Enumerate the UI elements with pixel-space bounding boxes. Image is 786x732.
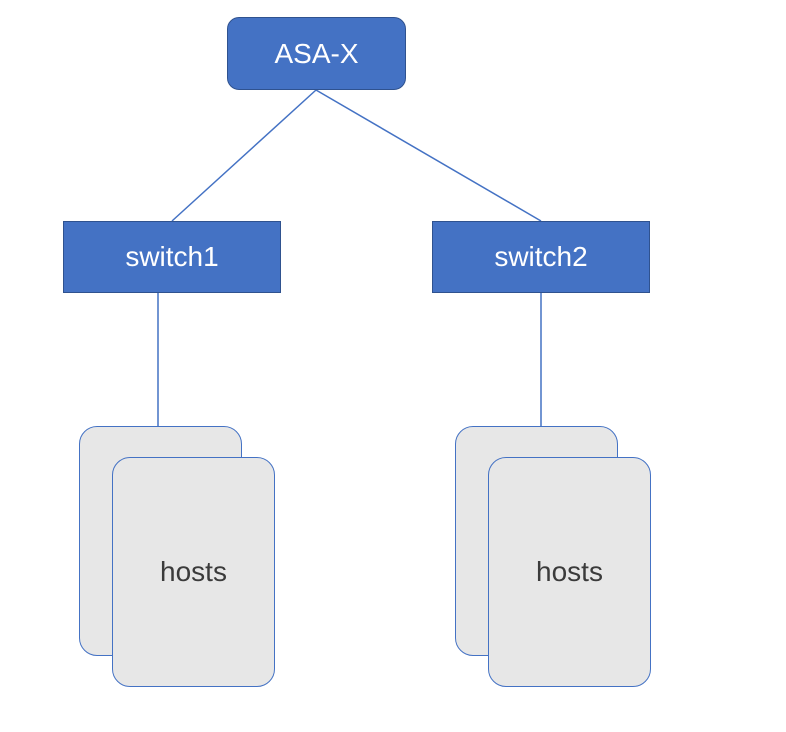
switch2-label: switch2 xyxy=(494,241,587,273)
asa-node: ASA-X xyxy=(227,17,406,90)
network-diagram: ASA-X switch1 switch2 hosts hosts xyxy=(0,0,786,732)
asa-label: ASA-X xyxy=(274,38,358,70)
switch1-label: switch1 xyxy=(125,241,218,273)
hosts-card-front: hosts xyxy=(488,457,651,687)
hosts-label: hosts xyxy=(536,556,603,588)
hosts-group-2: hosts xyxy=(455,426,652,688)
hosts-group-1: hosts xyxy=(79,426,276,688)
connector-asa-switch2 xyxy=(316,90,541,221)
hosts-card-front: hosts xyxy=(112,457,275,687)
switch1-node: switch1 xyxy=(63,221,281,293)
hosts-label: hosts xyxy=(160,556,227,588)
connector-asa-switch1 xyxy=(172,90,316,221)
switch2-node: switch2 xyxy=(432,221,650,293)
